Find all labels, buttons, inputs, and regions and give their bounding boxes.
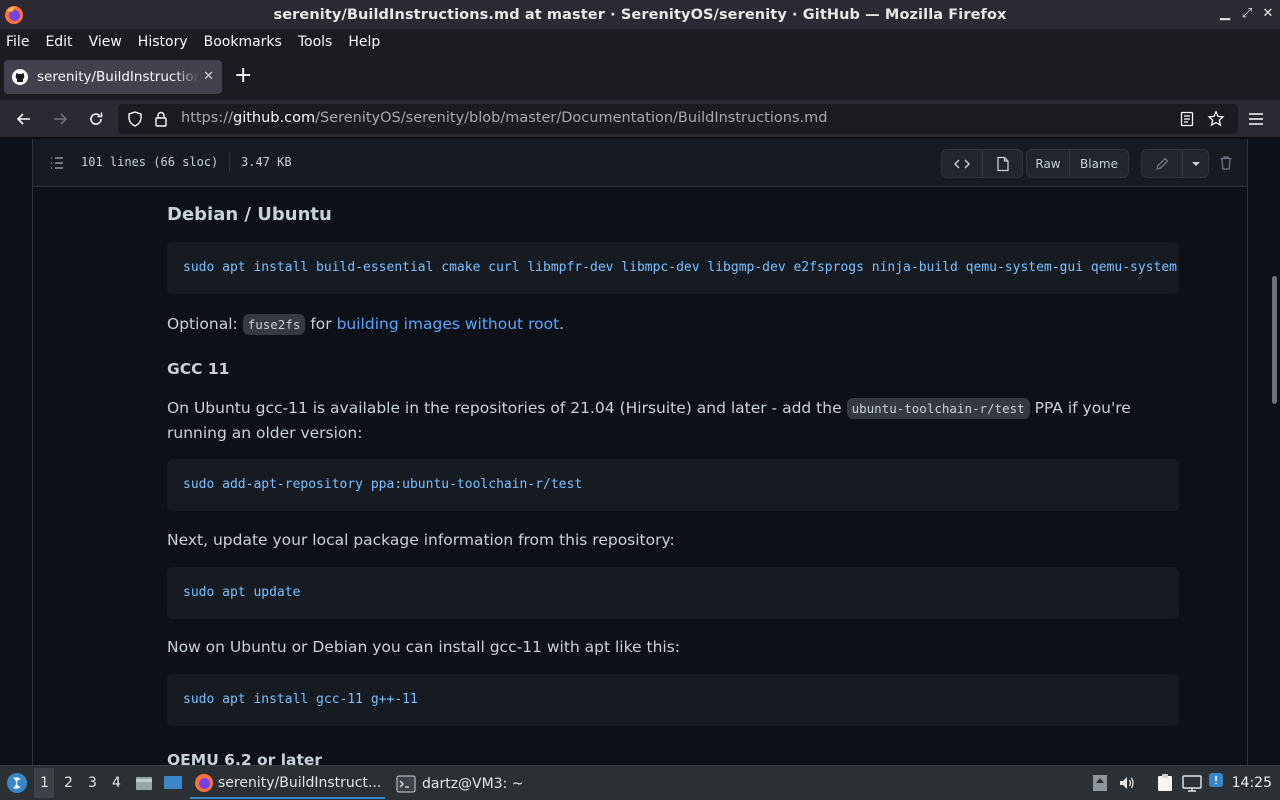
bookmark-star-icon[interactable] <box>1207 110 1225 128</box>
new-tab-button[interactable]: + <box>234 65 252 87</box>
address-bar[interactable]: https://github.com/SerenityOS/serenity/b… <box>118 104 1238 134</box>
menu-bookmarks[interactable]: Bookmarks <box>204 34 282 50</box>
code-apt-install: sudo apt install build-essential cmake c… <box>183 260 1179 275</box>
workspace-1[interactable]: 1 <box>40 775 49 791</box>
outline-list-icon[interactable] <box>49 155 65 171</box>
workspace-3[interactable]: 3 <box>88 775 97 791</box>
gcc-text-1: On Ubuntu gcc-11 is available in the rep… <box>167 399 842 417</box>
line-count: 101 lines (66 sloc) <box>81 155 219 169</box>
web-page: 101 lines (66 sloc) 3.47 KB Raw Blame De… <box>0 139 1280 765</box>
code-block-add-repo: sudo add-apt-repository ppa:ubuntu-toolc… <box>167 459 1179 511</box>
menu-view[interactable]: View <box>89 34 122 50</box>
url-text: https://github.com/SerenityOS/serenity/b… <box>181 110 827 126</box>
code-add-repo: sudo add-apt-repository ppa:ubuntu-toolc… <box>183 477 583 492</box>
inline-code-toolchain: ubuntu-toolchain-r/test <box>846 398 1030 419</box>
raw-button[interactable]: Raw <box>1027 150 1070 177</box>
triangle-down-icon <box>1191 161 1200 166</box>
volume-icon[interactable] <box>1118 774 1136 792</box>
code-icon <box>954 159 970 168</box>
inline-code-fuse2fs: fuse2fs <box>242 314 306 335</box>
menu-tools[interactable]: Tools <box>298 34 333 50</box>
minimize-icon[interactable]: ▁ <box>1216 5 1234 23</box>
file-manager-icon[interactable] <box>134 773 154 793</box>
reload-icon[interactable] <box>86 109 106 129</box>
url-host: github.com <box>232 110 316 126</box>
menu-edit[interactable]: Edit <box>45 34 72 50</box>
code-block-install-gcc: sudo apt install gcc-11 g++-11 <box>167 674 1179 726</box>
code-block-update: sudo apt update <box>167 567 1179 619</box>
notification-area-icon[interactable] <box>1092 774 1108 792</box>
hamburger-menu-icon[interactable] <box>1246 109 1266 129</box>
code-update: sudo apt update <box>183 585 301 600</box>
clock[interactable]: 14:25 <box>1232 775 1272 791</box>
preview-button[interactable] <box>983 150 1022 177</box>
lock-icon[interactable] <box>152 110 170 128</box>
optional-period: . <box>559 315 565 333</box>
code-view-button[interactable] <box>942 150 983 177</box>
menu-file[interactable]: File <box>6 34 29 50</box>
heading-qemu: QEMU 6.2 or later <box>167 751 323 765</box>
window-titlebar: serenity/BuildInstructions.md at master … <box>0 0 1280 29</box>
file-view: 101 lines (66 sloc) 3.47 KB Raw Blame De… <box>32 139 1248 765</box>
update-paragraph: Next, update your local package informat… <box>167 531 675 549</box>
url-scheme: https:// <box>181 110 233 126</box>
install-paragraph: Now on Ubuntu or Debian you can install … <box>167 638 681 656</box>
divider <box>229 152 230 172</box>
shield-icon[interactable] <box>126 110 144 128</box>
restore-icon[interactable]: ⤢ <box>1238 5 1256 23</box>
back-icon[interactable] <box>14 109 34 129</box>
blame-button[interactable]: Blame <box>1070 150 1128 177</box>
edit-dropdown-button[interactable] <box>1183 150 1208 177</box>
optional-paragraph: Optional: fuse2fs for building images wi… <box>167 312 1177 337</box>
workspace-2[interactable]: 2 <box>64 775 73 791</box>
start-menu-icon[interactable] <box>6 772 28 794</box>
heading-debian-ubuntu: Debian / Ubuntu <box>167 204 332 225</box>
show-desktop-icon[interactable] <box>162 773 184 793</box>
tab-strip: serenity/BuildInstructions.md at master … <box>0 54 1280 100</box>
pencil-icon <box>1156 157 1169 170</box>
clipboard-icon[interactable] <box>1155 773 1175 793</box>
workspace-4[interactable]: 4 <box>112 775 121 791</box>
github-icon <box>12 69 28 85</box>
link-building-images[interactable]: building images without root <box>337 315 560 333</box>
window-title: serenity/BuildInstructions.md at master … <box>273 6 1007 23</box>
taskbar-terminal[interactable]: dartz@VM3: ~ <box>392 769 552 799</box>
heading-gcc-11: GCC 11 <box>167 360 230 378</box>
close-tab-icon[interactable]: ✕ <box>203 69 214 84</box>
tab-title: serenity/BuildInstructions.md at master … <box>37 69 199 85</box>
navigation-toolbar: https://github.com/SerenityOS/serenity/b… <box>0 100 1280 138</box>
browser-tab[interactable]: serenity/BuildInstructions.md at master … <box>4 60 222 94</box>
taskbar-firefox-label: serenity/BuildInstruct... <box>218 775 382 791</box>
menu-help[interactable]: Help <box>348 34 380 50</box>
menu-history[interactable]: History <box>138 34 188 50</box>
terminal-icon <box>396 775 416 793</box>
optional-prefix: Optional: <box>167 315 238 333</box>
page-scrollbar[interactable] <box>1272 276 1277 404</box>
file-header: 101 lines (66 sloc) 3.47 KB Raw Blame <box>33 139 1247 187</box>
optional-for: for <box>310 315 332 333</box>
edit-button[interactable] <box>1142 150 1183 177</box>
forward-icon[interactable] <box>50 109 70 129</box>
taskbar-terminal-label: dartz@VM3: ~ <box>422 776 524 792</box>
file-size: 3.47 KB <box>241 155 292 169</box>
file-icon <box>996 156 1009 171</box>
gcc-paragraph: On Ubuntu gcc-11 is available in the rep… <box>167 396 1177 445</box>
menu-bar: File Edit View History Bookmarks Tools H… <box>0 29 1280 54</box>
network-icon[interactable] <box>1182 774 1202 792</box>
code-install-gcc: sudo apt install gcc-11 g++-11 <box>183 692 418 707</box>
update-notifier-icon[interactable] <box>1208 772 1224 788</box>
code-block-apt-install: sudo apt install build-essential cmake c… <box>167 242 1179 294</box>
raw-blame-group: Raw Blame <box>1026 149 1129 178</box>
view-toggle-group <box>941 149 1023 178</box>
firefox-logo-icon <box>5 6 23 24</box>
url-path: /SerenityOS/serenity/blob/master/Documen… <box>315 110 828 126</box>
trash-icon[interactable] <box>1218 155 1234 171</box>
close-window-icon[interactable]: ✕ <box>1259 5 1277 23</box>
taskbar-firefox[interactable]: serenity/BuildInstruct... <box>190 769 385 799</box>
firefox-icon <box>195 774 213 792</box>
reader-view-icon[interactable] <box>1179 111 1195 127</box>
taskbar: 1 2 3 4 serenity/BuildInstruct... dartz@… <box>0 765 1280 800</box>
edit-group <box>1141 149 1209 178</box>
